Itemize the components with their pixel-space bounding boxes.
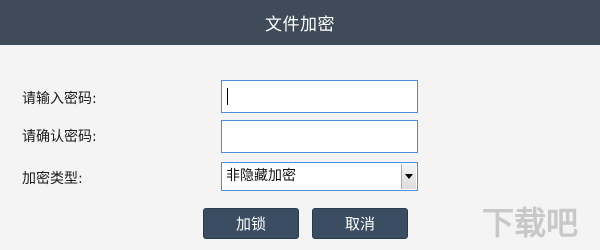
lock-button[interactable]: 加锁 (203, 208, 299, 239)
encryption-type-value: 非隐藏加密 (226, 168, 296, 184)
text-cursor (227, 88, 228, 105)
dropdown-arrow-icon[interactable] (401, 164, 416, 189)
encryption-type-select[interactable]: 非隐藏加密 (221, 162, 418, 191)
encryption-type-label: 加密类型: (22, 171, 83, 187)
window-title: 文件加密 (265, 15, 335, 35)
title-bar: 文件加密 (0, 0, 600, 45)
confirm-password-input[interactable] (221, 120, 418, 153)
cancel-button[interactable]: 取消 (312, 208, 408, 239)
password-label: 请输入密码: (22, 91, 97, 107)
watermark-logo: 下载吧 (480, 200, 590, 246)
svg-text:下载吧: 下载吧 (482, 204, 578, 242)
confirm-password-label: 请确认密码: (22, 129, 97, 145)
password-input[interactable] (221, 80, 418, 113)
